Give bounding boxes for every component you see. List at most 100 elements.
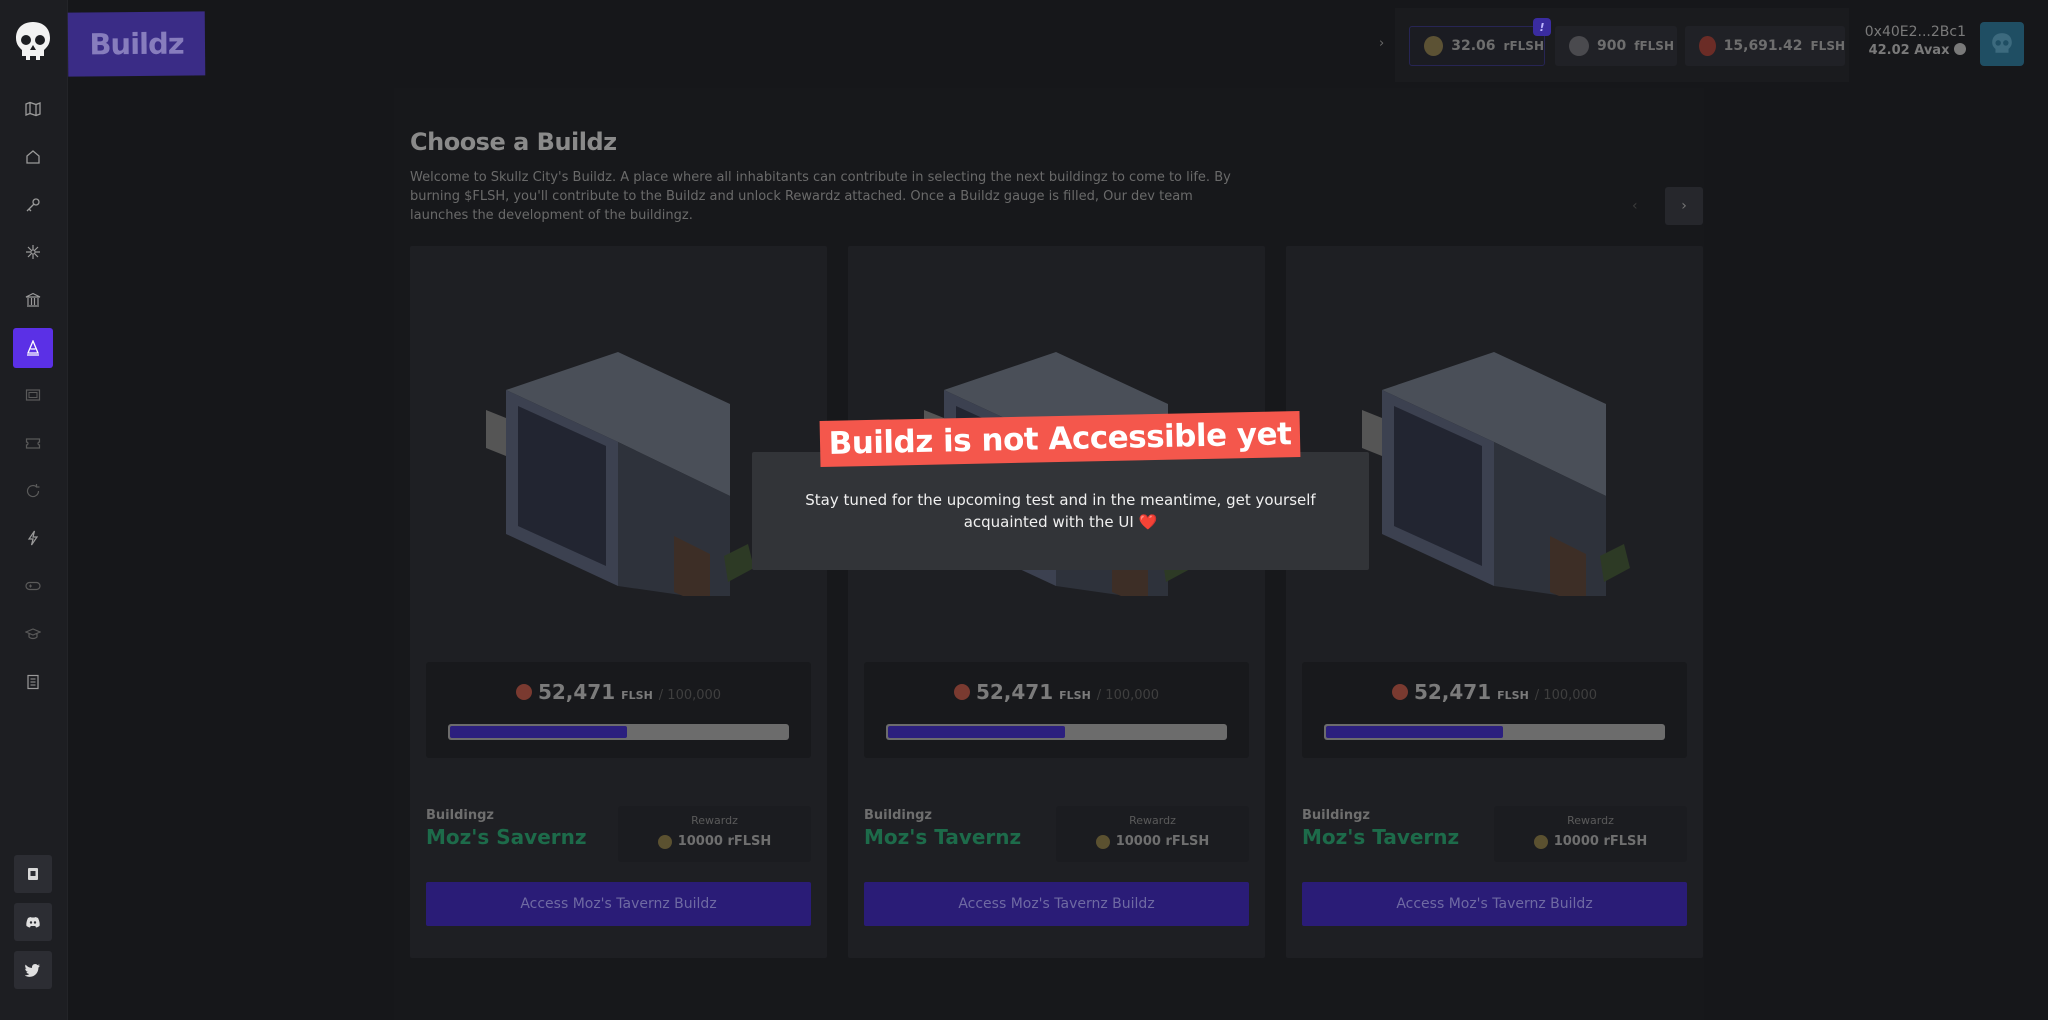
sidebar-item-flash[interactable] <box>13 518 53 558</box>
buildingz-name: Moz's Tavernz <box>864 825 1022 849</box>
flsh-coin-icon <box>953 684 970 700</box>
sparkle-icon <box>26 245 40 259</box>
progress-bar <box>886 724 1227 740</box>
balance-value: 15,691.42 <box>1723 38 1803 54</box>
sidebar-item-hat[interactable] <box>13 614 53 654</box>
reward-value: 10000 rFLSH <box>677 834 772 849</box>
sidebar-item-refresh[interactable] <box>13 471 53 511</box>
sidebar-item-buildz[interactable] <box>13 328 53 368</box>
tavern-building-icon <box>486 352 754 596</box>
gauge-amount: 52,471 <box>1413 680 1492 704</box>
gamepad-icon <box>25 581 41 591</box>
buildingz-name: Moz's Tavernz <box>1302 825 1460 849</box>
docs-button[interactable] <box>14 855 52 893</box>
progress-fill <box>888 726 1065 738</box>
sidebar-item-key[interactable] <box>13 185 53 225</box>
gauge-unit: FLSH <box>621 689 653 702</box>
tavern-building-icon <box>1362 352 1630 596</box>
balance-flsh[interactable]: 15,691.42 FLSH <box>1685 26 1845 66</box>
buildz-card: 52,471 FLSH / 100,000 Buildingz Moz's Sa… <box>410 246 827 958</box>
buildingz-label: Buildingz <box>426 808 494 823</box>
sidebar-item-sparkle[interactable] <box>13 232 53 272</box>
rflsh-coin-icon <box>1095 834 1110 849</box>
gauge-amount: 52,471 <box>537 680 616 704</box>
reward-box: Rewardz 10000 rFLSH <box>1056 806 1249 862</box>
funding-gauge: 52,471 FLSH / 100,000 <box>426 662 811 758</box>
discord-button[interactable] <box>14 903 52 941</box>
sidebar-item-ticket[interactable] <box>13 423 53 463</box>
access-buildz-button[interactable]: Access Moz's Tavernz Buildz <box>864 882 1249 926</box>
progress-bar <box>448 724 789 740</box>
balance-value: 900 <box>1597 38 1627 54</box>
progress-fill <box>1326 726 1503 738</box>
wallet-address[interactable]: 0x40E2...2Bc1 <box>1862 24 1966 40</box>
rflsh-coin-icon <box>1424 36 1444 56</box>
avatar[interactable] <box>1980 22 2024 66</box>
map-icon <box>25 101 41 117</box>
buildz-card: 52,471 FLSH / 100,000 Buildingz Moz's Ta… <box>848 246 1265 958</box>
next-page-button[interactable]: › <box>1665 187 1703 225</box>
gauge-unit: FLSH <box>1059 689 1091 702</box>
flsh-coin-icon <box>1391 684 1408 700</box>
modal-banner-text: Buildz is not Accessible yet <box>828 416 1292 462</box>
balance-fflsh[interactable]: 900 fFLSH <box>1555 26 1677 66</box>
balance-unit: rFLSH <box>1503 39 1544 53</box>
prev-page-button[interactable]: ‹ <box>1632 198 1638 214</box>
access-buildz-button[interactable]: Access Moz's Tavernz Buildz <box>1302 882 1687 926</box>
avax-balance: 42.02 Avax <box>1862 43 1966 58</box>
flash-icon <box>27 530 39 546</box>
reward-label: Rewardz <box>691 814 738 827</box>
hat-icon <box>25 628 41 640</box>
buildingz-label: Buildingz <box>864 808 932 823</box>
reward-value: 10000 rFLSH <box>1115 834 1210 849</box>
avax-icon <box>1954 43 1966 55</box>
page-title: Buildz <box>89 26 184 62</box>
gauge-unit: FLSH <box>1497 689 1529 702</box>
not-accessible-modal: Stay tuned for the upcoming test and in … <box>752 452 1369 570</box>
home-icon <box>26 150 40 164</box>
sidebar-item-home[interactable] <box>13 137 53 177</box>
sidebar-item-document[interactable] <box>13 662 53 702</box>
balance-unit: FLSH <box>1810 39 1845 53</box>
reward-box: Rewardz 10000 rFLSH <box>1494 806 1687 862</box>
page-title-badge: Buildz <box>67 11 206 77</box>
balance-unit: fFLSH <box>1634 39 1674 53</box>
balance-rflsh[interactable]: 32.06 rFLSH <box>1409 26 1545 66</box>
app: Buildz › 32.06 rFLSH ! 900 fFLSH 15,691.… <box>0 0 2048 1020</box>
rflsh-coin-icon <box>1533 834 1548 849</box>
funding-gauge: 52,471 FLSH / 100,000 <box>1302 662 1687 758</box>
docs-icon <box>28 868 38 880</box>
avax-value: 42.02 Avax <box>1868 43 1950 58</box>
section-heading: Choose a Buildz <box>410 128 617 156</box>
buildz-card: 52,471 FLSH / 100,000 Buildingz Moz's Ta… <box>1286 246 1703 958</box>
flsh-coin-icon <box>515 684 532 700</box>
sidebar-item-map[interactable] <box>13 89 53 129</box>
gauge-max: / 100,000 <box>658 688 722 703</box>
gauge-amount: 52,471 <box>975 680 1054 704</box>
skull-logo-icon[interactable] <box>14 20 52 62</box>
sidebar-item-frame[interactable] <box>13 375 53 415</box>
refresh-icon <box>26 484 40 498</box>
key-icon <box>26 198 40 212</box>
document-icon <box>27 674 39 690</box>
twitter-icon <box>25 964 40 977</box>
sidebar-item-bank[interactable] <box>13 280 53 320</box>
modal-message: Stay tuned for the upcoming test and in … <box>805 491 1316 531</box>
sidebar-item-gamepad[interactable] <box>13 566 53 606</box>
reward-label: Rewardz <box>1567 814 1614 827</box>
buildz-icon <box>27 340 39 356</box>
collapse-chevron-icon[interactable]: › <box>1379 36 1384 51</box>
access-buildz-button[interactable]: Access Moz's Tavernz Buildz <box>426 882 811 926</box>
funding-gauge: 52,471 FLSH / 100,000 <box>864 662 1249 758</box>
rflsh-coin-icon <box>657 834 672 849</box>
fflsh-coin-icon <box>1569 36 1589 56</box>
skull-avatar-icon <box>1992 33 2012 53</box>
balance-value: 32.06 <box>1451 38 1496 54</box>
bank-icon <box>25 292 41 307</box>
twitter-button[interactable] <box>14 951 52 989</box>
reward-label: Rewardz <box>1129 814 1176 827</box>
ticket-icon <box>25 438 41 449</box>
discord-icon <box>26 917 40 928</box>
section-description: Welcome to Skullz City's Buildz. A place… <box>410 170 1231 223</box>
notice-badge[interactable]: ! <box>1533 18 1551 36</box>
